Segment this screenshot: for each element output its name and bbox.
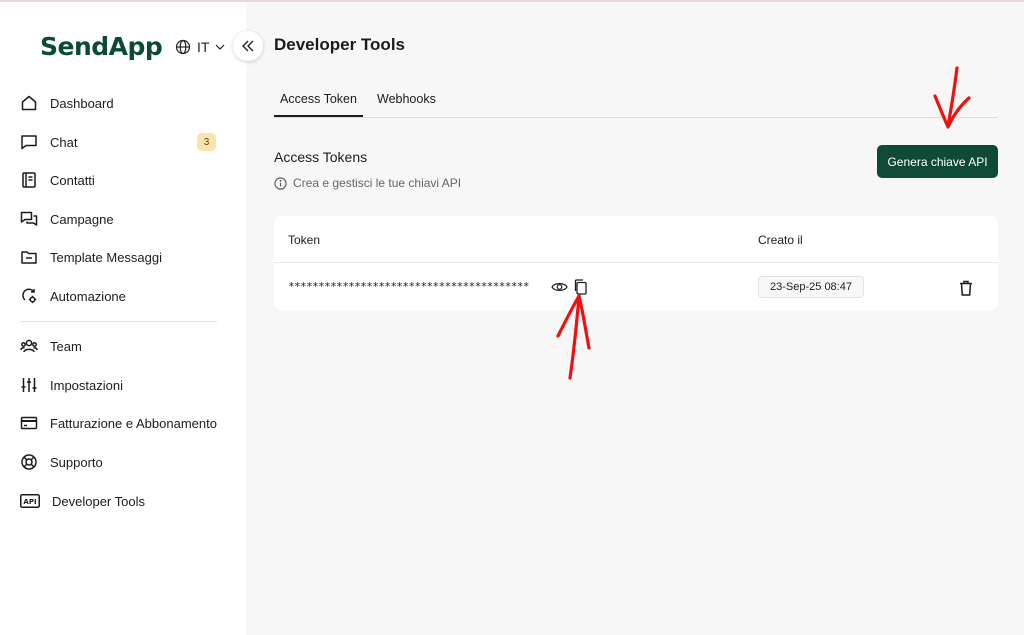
sidebar-item-label: Fatturazione e Abbonamento [50,415,217,431]
sidebar-item-label: Impostazioni [50,377,123,393]
lifebuoy-icon [21,454,37,470]
section-subtitle: Crea e gestisci le tue chiavi API [274,176,461,190]
automation-icon [22,288,37,304]
chat-icon [21,135,37,150]
page-title: Developer Tools [274,35,405,54]
sidebar-divider [20,321,217,322]
home-icon [21,95,37,111]
sidebar-item-supporto[interactable]: Supporto [20,447,220,477]
tab-access-token[interactable]: Access Token [274,84,363,117]
sidebar-item-label: Chat [50,134,78,150]
column-header-token: Token [288,233,321,247]
token-value: **************************************** [288,280,530,293]
sidebar-item-dashboard[interactable]: Dashboard [20,88,220,118]
sidebar-item-template-messaggi[interactable]: Template Messaggi [20,242,220,272]
sidebar-item-impostazioni[interactable]: Impostazioni [20,370,220,400]
sidebar-item-label: Team [50,338,82,354]
sidebar-item-label: Contatti [50,172,95,188]
language-selector[interactable]: IT [175,39,225,55]
folder-icon [21,251,37,264]
generate-api-key-button[interactable]: Genera chiave API [877,145,998,178]
tokens-table: Token Creato il ************************… [274,216,998,310]
language-code: IT [197,39,210,55]
brand-logo[interactable]: SendApp [40,32,163,61]
delete-token-button[interactable] [957,278,975,297]
sidebar-item-developer-tools[interactable]: API Developer Tools [20,486,220,516]
chat-count-badge: 3 [197,133,216,151]
sidebar-item-chat[interactable]: Chat 3 [20,127,220,157]
created-date: 23-Sep-25 08:47 [758,276,864,298]
info-icon [274,176,287,190]
sidebar-item-team[interactable]: Team [20,331,220,361]
sliders-icon [21,378,37,392]
sidebar: SendApp IT Dashboard Chat 3 Contatti Cam… [0,2,263,635]
table-header-divider [274,262,998,263]
campaign-icon [20,211,38,226]
section-title: Access Tokens [274,149,368,165]
column-header-created: Creato il [758,233,803,247]
double-chevron-left-icon [242,40,254,52]
copy-icon [574,279,587,295]
globe-icon [175,39,191,55]
sidebar-item-label: Template Messaggi [50,249,162,265]
tab-bar: Access Token Webhooks [274,84,998,118]
section-subtitle-text: Crea e gestisci le tue chiavi API [293,176,462,190]
sidebar-item-campagne[interactable]: Campagne [20,204,220,234]
eye-icon [550,283,568,291]
collapse-sidebar-button[interactable] [233,31,263,61]
team-icon [20,339,38,353]
copy-token-button[interactable] [572,278,588,296]
sidebar-item-label: Automazione [50,288,126,304]
trash-icon [960,280,972,296]
tab-webhooks[interactable]: Webhooks [377,84,436,117]
api-icon: API [20,494,40,508]
sidebar-item-label: Campagne [50,211,114,227]
sidebar-item-label: Dashboard [50,95,114,111]
sidebar-item-label: Supporto [50,454,103,470]
sidebar-item-automazione[interactable]: Automazione [20,281,220,311]
sidebar-item-fatturazione[interactable]: Fatturazione e Abbonamento [20,408,220,438]
api-icon-text: API [23,498,36,506]
credit-card-icon [20,416,38,430]
show-token-button[interactable] [550,279,568,295]
contacts-icon [22,172,36,188]
sidebar-item-label: Developer Tools [52,493,145,509]
sidebar-item-contatti[interactable]: Contatti [20,165,220,195]
chevron-down-icon [216,44,225,50]
